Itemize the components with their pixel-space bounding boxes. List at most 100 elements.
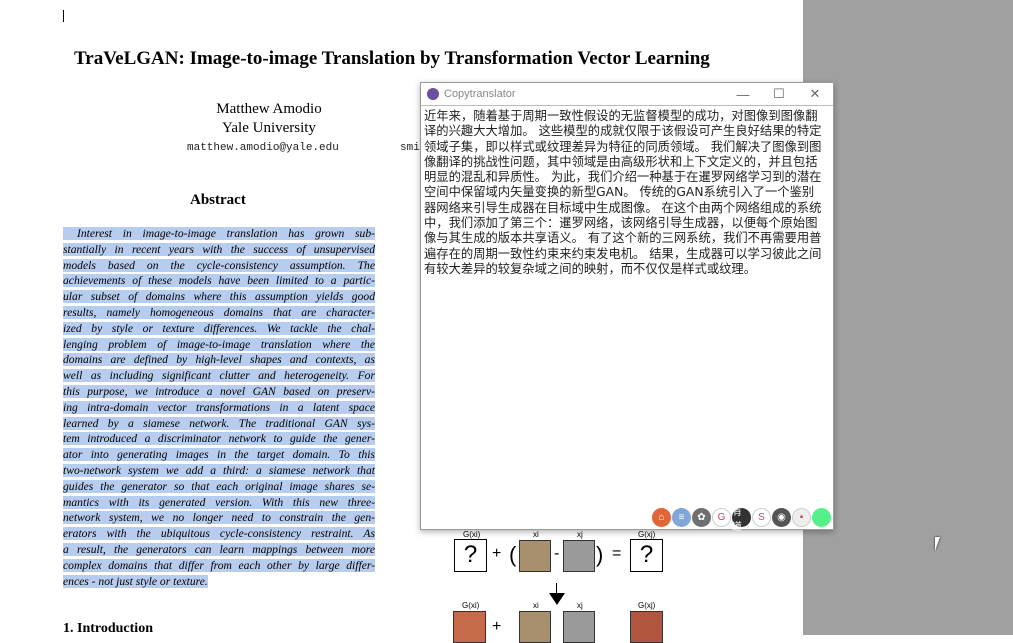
abstract-line-text: a result, the generators can learn mappi…	[63, 542, 375, 556]
equals-sign: =	[612, 545, 622, 562]
label-xi: xi	[533, 601, 539, 610]
translation-output[interactable]: 近年来，随着基于周期一致性假设的无监督模型的成功，对图像到图像翻 译的兴趣大大增加…	[421, 106, 833, 277]
abstract-line-text: ences - not just style or texture.	[63, 574, 208, 588]
author-affiliation: Yale University	[222, 120, 316, 136]
abstract-heading: Abstract	[190, 192, 246, 208]
abstract-line: tem introduced a discriminator network t…	[63, 431, 375, 447]
abstract-line: this purpose, we introduce a novel GAN b…	[63, 384, 375, 400]
abstract-line-text: learned by a siamese network. The tradit…	[63, 416, 375, 430]
abstract-line-text: erators with the ubiquitous cycle-consis…	[63, 527, 375, 541]
unknown-box: ?	[454, 539, 487, 572]
abstract-line-text: guides the generator so that each origin…	[63, 479, 375, 493]
paper-title: TraVeLGAN: Image-to-image Translation by…	[74, 48, 710, 69]
abstract-line: ator into generating images in the targe…	[63, 447, 375, 463]
author-email: matthew.amodio@yale.edu	[187, 142, 339, 154]
status-engine-icon[interactable]	[812, 508, 831, 527]
label-gxj: G(xj)	[638, 601, 656, 610]
maximize-button[interactable]: ☐	[761, 86, 797, 102]
abstract-line: ular subset of domains where this assump…	[63, 289, 375, 305]
abstract-line-text: network system, we no longer need to con…	[63, 511, 375, 525]
abstract-line: Interest in image-to-image translation h…	[63, 226, 375, 242]
abstract-line-text: tem introduced a discriminator network t…	[63, 432, 375, 446]
translation-line: 空间中保留域内矢量变换的新型GAN。 传统的GAN系统引入了一个鉴别	[424, 185, 815, 200]
author-name: Matthew Amodio	[216, 101, 322, 117]
abstract-line-text: well as including significant clutter an…	[63, 369, 375, 383]
window-title: Copytranslator	[444, 88, 516, 100]
translation-line: 遍存在的周期一致性约束来约束发电机。 结果，生成器可以学习彼此之间	[424, 246, 822, 261]
abstract-line-text: mantics with its generated version. With…	[63, 495, 375, 509]
translation-line: 明显的混乱和异质性。 为此，我们介绍一种基于在暹罗网络学习到的潜在	[424, 170, 822, 185]
abstract-line-text: models based on the cycle-consistency as…	[63, 258, 375, 272]
abstract-line: erators with the ubiquitous cycle-consis…	[63, 526, 375, 542]
translation-line: 领域子集，即以样式或纹理差异为特征的同质领域。 我们解决了图像到图	[424, 139, 822, 154]
abstract-line: ences - not just style or texture.	[63, 574, 375, 590]
label-gxj: G(xj)	[638, 530, 656, 539]
abstract-line: achievements of these models have been l…	[63, 273, 375, 289]
abstract-line-text: domains are defined by high-level shapes…	[63, 353, 375, 367]
down-arrow-icon	[549, 593, 565, 605]
abstract-line-text: stantially in recent years with the succ…	[63, 242, 375, 256]
sogou-engine-icon[interactable]: S	[752, 508, 771, 527]
title-bar[interactable]: Copytranslator — ☐ ✕	[421, 83, 833, 106]
label-xi: xi	[533, 530, 539, 539]
text-cursor	[63, 10, 64, 22]
minimize-button[interactable]: —	[725, 87, 761, 102]
plus-sign: +	[492, 545, 502, 562]
label-gxi: G(xi)	[463, 530, 481, 539]
abstract-line-text: achievements of these models have been l…	[63, 274, 375, 288]
abstract-line: ized by style or texture differences. We…	[63, 321, 375, 337]
abstract-line: well as including significant clutter an…	[63, 368, 375, 384]
label-xj: xj	[577, 601, 583, 610]
abstract-line-text: results, namely homogeneous domains that…	[63, 305, 375, 319]
abstract-selected-text[interactable]: Interest in image-to-image translation h…	[63, 226, 375, 589]
google-engine-icon[interactable]: G	[712, 508, 731, 527]
image-gxi	[453, 611, 486, 643]
abstract-line: models based on the cycle-consistency as…	[63, 258, 375, 274]
abstract-line-text: ator into generating images in the targe…	[63, 448, 375, 462]
close-button[interactable]: ✕	[797, 86, 833, 102]
plus-sign: +	[492, 618, 502, 635]
minus-sign: -	[554, 545, 560, 562]
paren-left: (	[509, 542, 517, 567]
abstract-line: network system, we no longer need to con…	[63, 510, 375, 526]
caiyun-engine-icon[interactable]: ◉	[772, 508, 791, 527]
baidu-engine-icon[interactable]: ✿	[692, 508, 711, 527]
abstract-line: two-network system we add a third: a sia…	[63, 463, 375, 479]
viewer-background	[803, 0, 1013, 635]
home-engine-icon[interactable]: ⌂	[652, 508, 671, 527]
abstract-line: complex domains that differ from each ot…	[63, 558, 375, 574]
unknown-box: ?	[630, 539, 663, 572]
abstract-line-text: Interest in image-to-image translation h…	[63, 227, 375, 240]
abstract-line: learned by a siamese network. The tradit…	[63, 416, 375, 432]
app-logo-icon	[427, 88, 439, 100]
abstract-line: lenging problem of image-to-image transl…	[63, 337, 375, 353]
abstract-line: a result, the generators can learn mappi…	[63, 542, 375, 558]
abstract-line: guides the generator so that each origin…	[63, 479, 375, 495]
youdao-engine-icon[interactable]: 有道	[732, 507, 751, 533]
image-gxj	[630, 611, 663, 643]
figure: G(xi) ? + ( xi - xj ) = G(xj) ? G(xi) + …	[450, 528, 670, 643]
copytranslator-window[interactable]: Copytranslator — ☐ ✕ 近年来，随着基于周期一致性假设的无监督…	[420, 82, 834, 533]
docs-engine-icon[interactable]: ≡	[672, 508, 691, 527]
image-xi	[519, 540, 551, 572]
label-gxi: G(xi)	[462, 601, 480, 610]
image-xi	[519, 611, 551, 643]
image-xj	[563, 611, 595, 643]
abstract-line: ing intra-domain vector transformations …	[63, 400, 375, 416]
translation-line: 近年来，随着基于周期一致性假设的无监督模型的成功，对图像到图像翻	[424, 109, 818, 123]
abstract-line: domains are defined by high-level shapes…	[63, 352, 375, 368]
abstract-line: stantially in recent years with the succ…	[63, 242, 375, 258]
abstract-line: results, namely homogeneous domains that…	[63, 305, 375, 321]
abstract-line-text: lenging problem of image-to-image transl…	[63, 337, 375, 351]
abstract-line-text: ized by style or texture differences. We…	[63, 321, 375, 335]
bing-engine-icon[interactable]: ▪	[792, 508, 811, 527]
author2-email: smi	[400, 142, 420, 154]
translation-line: 有较大差异的较复杂域之间的映射，而不仅仅是样式或纹理。	[424, 261, 757, 276]
abstract-line-text: ing intra-domain vector transformations …	[63, 400, 375, 414]
label-xj: xj	[577, 530, 583, 539]
abstract-line-text: ular subset of domains where this assump…	[63, 290, 375, 304]
engine-toolbar: ⌂ ≡ ✿ G 有道 S ◉ ▪	[652, 507, 831, 533]
paren-right: )	[596, 542, 604, 567]
translation-line: 像与其生成的版本共享语义。 有了这个新的三网系统，我们不再需要用普	[424, 231, 822, 246]
image-xj	[563, 540, 595, 572]
